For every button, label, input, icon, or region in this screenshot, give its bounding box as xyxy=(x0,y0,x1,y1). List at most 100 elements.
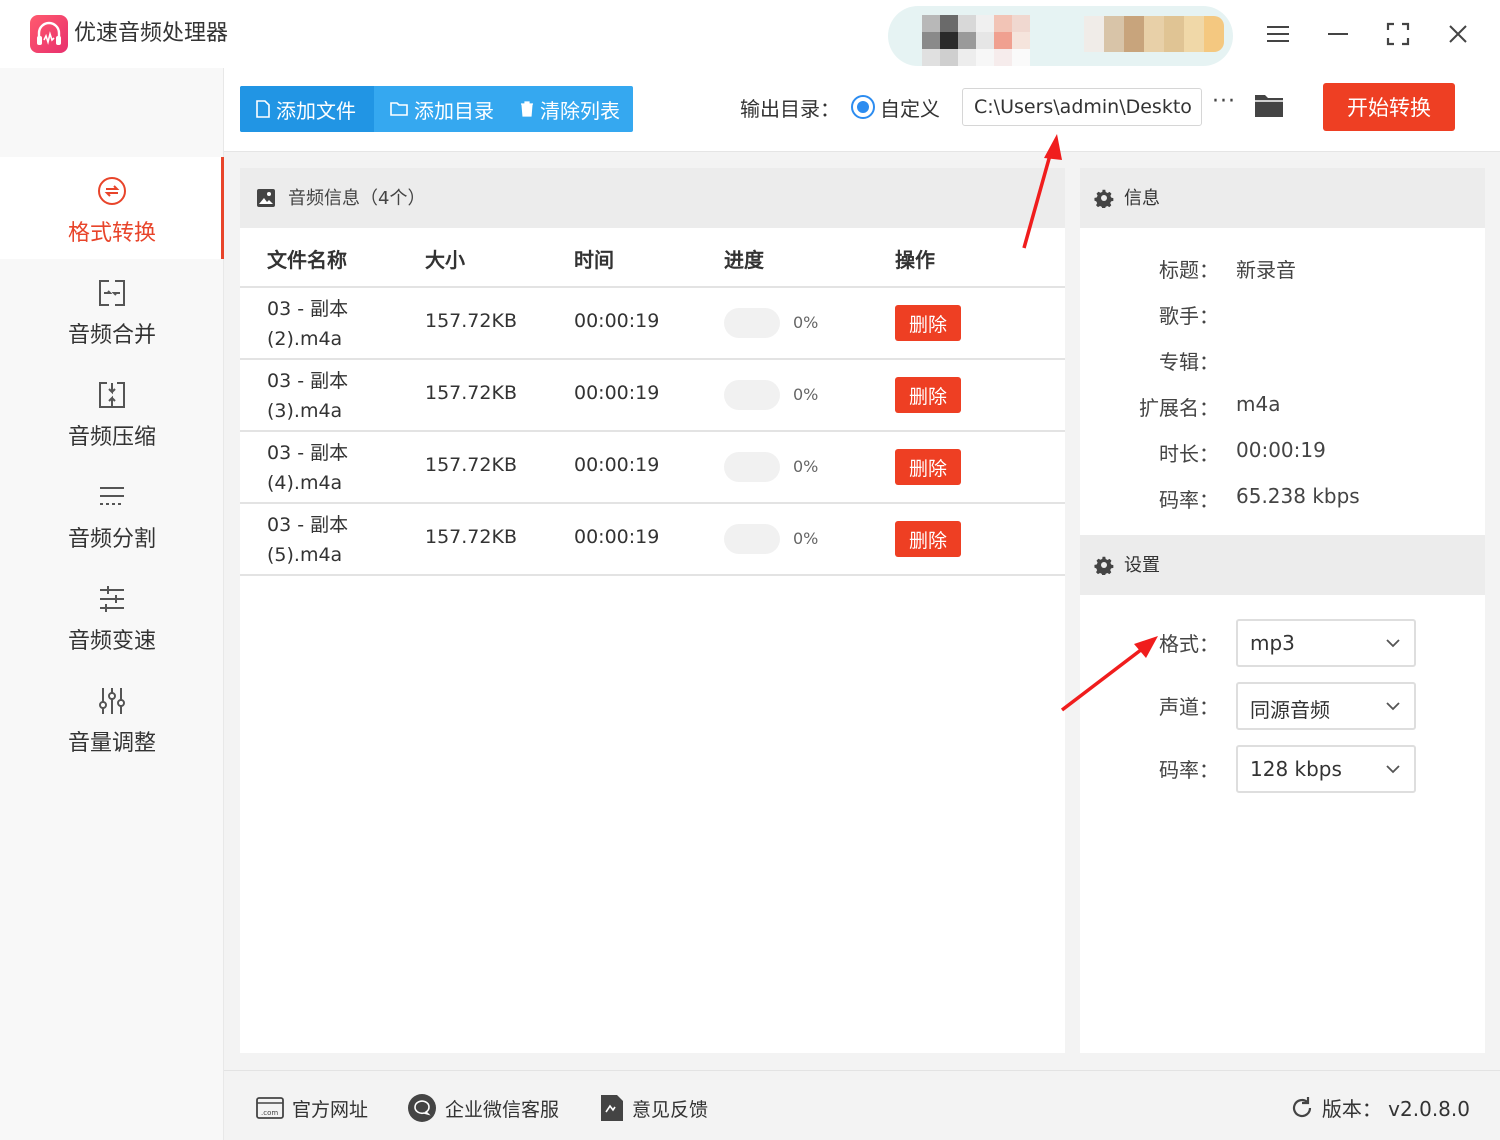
delete-button[interactable]: 删除 xyxy=(895,377,961,413)
progress-bar xyxy=(724,380,780,410)
file-name-line: 03 - 副本 xyxy=(267,370,349,392)
column-header: 文件名称 xyxy=(267,248,347,272)
output-path-input[interactable]: C:\Users\admin\Deskto xyxy=(962,88,1202,126)
audio-file-panel: 音频信息（4个） 文件名称 大小 时间 进度 操作 03 - 副本 (2).m4… xyxy=(240,168,1065,1053)
file-name-cell: 03 - 副本 (5).m4a xyxy=(267,510,397,570)
compress-icon xyxy=(96,379,128,411)
status-footer: .com 官方网址 企业微信客服 意见反馈 版本： v2.0.8.0 xyxy=(224,1070,1500,1140)
sidebar-item-audio-speed[interactable]: 音频变速 xyxy=(0,565,224,667)
bitrate-label: 码率： xyxy=(1159,758,1219,782)
close-icon[interactable] xyxy=(1438,16,1478,52)
table-row[interactable]: 03 - 副本 (3).m4a 157.72KB 00:00:19 0% 删除 xyxy=(240,360,1065,432)
progress-percent: 0% xyxy=(793,313,819,332)
file-size-cell: 157.72KB xyxy=(425,310,517,332)
minimize-icon[interactable] xyxy=(1318,16,1358,52)
column-header: 进度 xyxy=(724,248,764,272)
website-com-icon: .com xyxy=(256,1097,284,1119)
format-select[interactable]: mp3 xyxy=(1236,619,1416,667)
bitrate-select[interactable]: 128 kbps xyxy=(1236,745,1416,793)
speed-icon xyxy=(96,583,128,615)
add-file-button[interactable]: 添加文件 xyxy=(240,86,374,132)
gear-icon xyxy=(1094,188,1114,212)
panel-title: 音频信息（4个） xyxy=(288,188,426,209)
channel-select[interactable]: 同源音频 xyxy=(1236,682,1416,730)
split-icon xyxy=(96,481,128,513)
channel-select-value: 同源音频 xyxy=(1250,698,1330,722)
sidebar-item-audio-compress[interactable]: 音频压缩 xyxy=(0,361,224,463)
wechat-support-label: 企业微信客服 xyxy=(445,1098,560,1121)
progress-bar xyxy=(724,452,780,482)
maximize-icon[interactable] xyxy=(1378,16,1418,52)
clear-list-label: 清除列表 xyxy=(540,98,620,123)
file-duration-cell: 00:00:19 xyxy=(574,382,660,404)
file-size-cell: 157.72KB xyxy=(425,382,517,404)
sidebar-item-format-convert[interactable]: 格式转换 xyxy=(0,157,224,259)
start-convert-button[interactable]: 开始转换 xyxy=(1323,83,1455,131)
app-title: 优速音频处理器 xyxy=(74,21,229,46)
progress-percent: 0% xyxy=(793,385,819,404)
version-info[interactable]: 版本： v2.0.8.0 xyxy=(1290,1093,1470,1122)
table-header: 文件名称 大小 时间 进度 操作 xyxy=(240,228,1065,288)
refresh-icon xyxy=(1292,1096,1311,1117)
toolbar: 添加文件 添加目录 清除列表 输出目录： 自定义 C:\Users\admin\… xyxy=(224,68,1500,152)
feedback-label: 意见反馈 xyxy=(632,1098,709,1121)
sidebar-item-audio-split[interactable]: 音频分割 xyxy=(0,463,224,565)
info-row-title: 标题： 新录音 xyxy=(1080,254,1485,284)
table-row[interactable]: 03 - 副本 (4).m4a 157.72KB 00:00:19 0% 删除 xyxy=(240,432,1065,504)
user-account-area[interactable] xyxy=(888,6,1233,66)
info-section-header: 信息 xyxy=(1080,168,1485,228)
user-avatar[interactable] xyxy=(922,15,1046,66)
sidebar: 格式转换 音频合并 音频压缩 音频分割 音频变速 音量调整 xyxy=(0,68,224,1140)
delete-button[interactable]: 删除 xyxy=(895,449,961,485)
bitrate-select-value: 128 kbps xyxy=(1250,757,1342,781)
progress-bar xyxy=(724,308,780,338)
info-key: 扩展名： xyxy=(1139,396,1219,420)
file-icon xyxy=(256,100,270,118)
column-header: 时间 xyxy=(574,248,614,272)
panel-header: 音频信息（4个） xyxy=(240,168,1065,228)
volume-icon xyxy=(96,685,128,717)
info-key: 码率： xyxy=(1159,488,1219,512)
folder-outline-icon xyxy=(390,102,408,116)
settings-section-header: 设置 xyxy=(1080,535,1485,595)
custom-directory-label[interactable]: 自定义 xyxy=(880,93,940,122)
format-label: 格式： xyxy=(1159,632,1219,656)
file-name-cell: 03 - 副本 (2).m4a xyxy=(267,294,397,354)
image-icon xyxy=(256,188,276,212)
browse-more-button[interactable]: ··· xyxy=(1210,91,1238,120)
add-directory-label: 添加目录 xyxy=(414,98,494,123)
info-row-extension: 扩展名： m4a xyxy=(1080,392,1485,422)
info-key: 标题： xyxy=(1159,258,1219,282)
file-name-line: 03 - 副本 xyxy=(267,514,349,536)
title-bar: 优速音频处理器 xyxy=(0,0,1500,68)
sidebar-item-label: 音频变速 xyxy=(67,629,156,654)
column-header: 大小 xyxy=(425,248,465,272)
table-row[interactable]: 03 - 副本 (5).m4a 157.72KB 00:00:19 0% 删除 xyxy=(240,504,1065,576)
table-row[interactable]: 03 - 副本 (2).m4a 157.72KB 00:00:19 0% 删除 xyxy=(240,288,1065,360)
delete-button[interactable]: 删除 xyxy=(895,521,961,557)
add-file-label: 添加文件 xyxy=(276,98,356,123)
info-key: 歌手： xyxy=(1159,304,1219,328)
delete-button[interactable]: 删除 xyxy=(895,305,961,341)
chevron-down-icon xyxy=(1386,702,1400,711)
add-directory-button[interactable]: 添加目录 xyxy=(374,86,504,132)
file-size-cell: 157.72KB xyxy=(425,526,517,548)
info-settings-panel: 信息 标题： 新录音 歌手： 专辑： 扩展名： m4a 时长： 00:00:19… xyxy=(1080,168,1485,1053)
sidebar-item-label: 音频分割 xyxy=(67,527,156,552)
sidebar-item-audio-merge[interactable]: 音频合并 xyxy=(0,259,224,361)
sidebar-item-label: 格式转换 xyxy=(67,221,156,246)
official-website-link[interactable]: .com 官方网址 xyxy=(256,1093,368,1123)
clear-list-button[interactable]: 清除列表 xyxy=(504,86,633,132)
file-name-line: 03 - 副本 xyxy=(267,298,349,320)
menu-icon[interactable] xyxy=(1258,16,1298,52)
app-logo-icon xyxy=(30,15,68,53)
channel-label: 声道： xyxy=(1159,695,1219,719)
version-label: 版本： v2.0.8.0 xyxy=(1321,1097,1470,1121)
feedback-link[interactable]: 意见反馈 xyxy=(600,1093,708,1123)
open-folder-icon[interactable] xyxy=(1254,92,1288,122)
custom-directory-radio[interactable] xyxy=(851,95,875,119)
file-duration-cell: 00:00:19 xyxy=(574,310,660,332)
sidebar-item-volume-adjust[interactable]: 音量调整 xyxy=(0,667,224,769)
file-duration-cell: 00:00:19 xyxy=(574,454,660,476)
wechat-support-link[interactable]: 企业微信客服 xyxy=(407,1093,559,1123)
